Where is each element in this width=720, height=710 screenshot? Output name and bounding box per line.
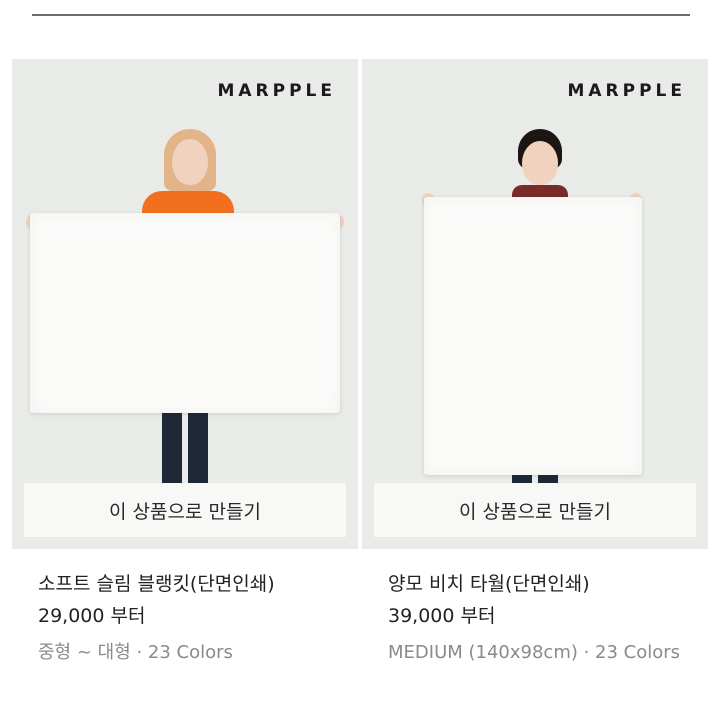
product-title[interactable]: 소프트 슬림 블랭킷(단면인쇄) — [38, 571, 358, 597]
product-card[interactable]: MARPPLE 이 상품으로 만들기 양모 비치 타월(단면인쇄) 39,000… — [362, 59, 708, 669]
model-leg — [188, 409, 208, 489]
product-price: 29,000 부터 — [38, 605, 146, 627]
blanket-mockup — [30, 213, 340, 413]
product-image[interactable]: MARPPLE 이 상품으로 만들기 — [12, 59, 358, 549]
product-meta: MEDIUM (140x98cm) · 23 Colors — [388, 642, 681, 663]
product-image[interactable]: MARPPLE 이 상품으로 만들기 — [362, 59, 708, 549]
towel-mockup — [424, 197, 642, 475]
brand-logo: MARPPLE — [567, 81, 686, 101]
make-with-product-button[interactable]: 이 상품으로 만들기 — [24, 483, 346, 537]
brand-logo: MARPPLE — [217, 81, 336, 101]
model-face — [172, 139, 208, 185]
product-price: 39,000 부터 — [388, 605, 496, 627]
make-with-product-button[interactable]: 이 상품으로 만들기 — [374, 483, 696, 537]
model-leg — [162, 409, 182, 489]
product-meta: 중형 ~ 대형 · 23 Colors — [38, 642, 233, 663]
model-face — [522, 141, 558, 185]
top-divider — [32, 14, 690, 16]
product-title[interactable]: 양모 비치 타월(단면인쇄) — [388, 571, 708, 597]
product-card[interactable]: MARPPLE 이 상품으로 만들기 소프트 슬림 블랭킷(단면인쇄) 29,0… — [12, 59, 358, 669]
